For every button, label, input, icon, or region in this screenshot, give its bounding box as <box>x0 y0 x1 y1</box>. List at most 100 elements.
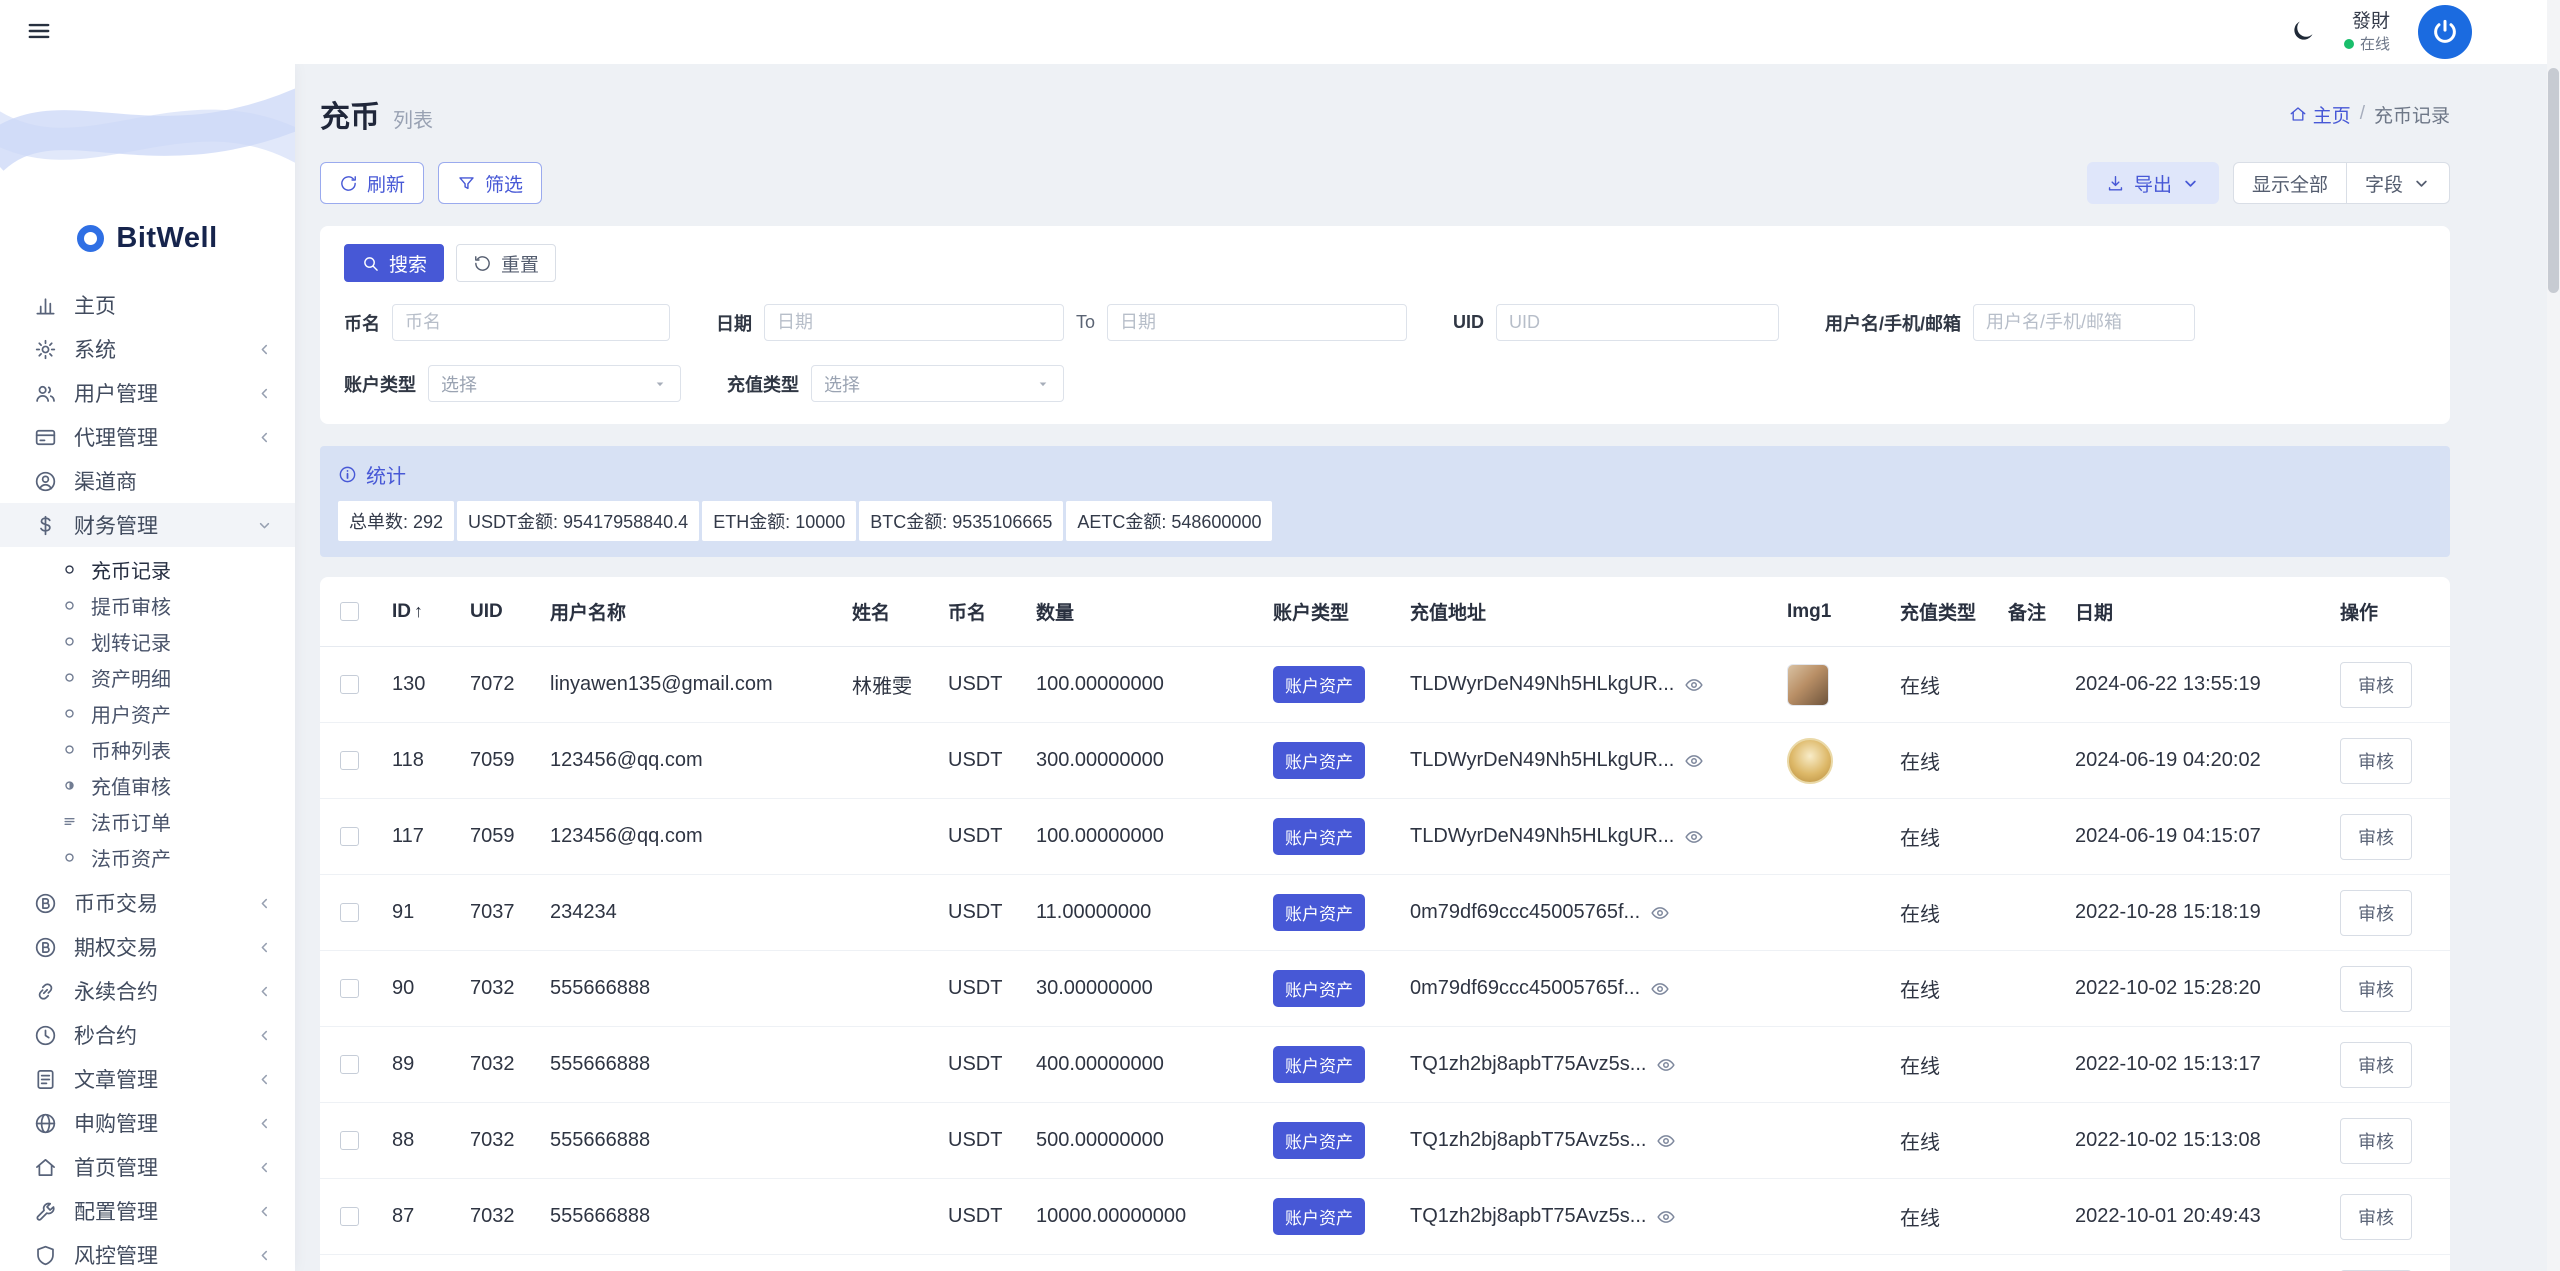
audit-button[interactable]: 审核 <box>2340 889 2412 936</box>
table-row: 118 7059 123456@qq.com USDT 300.00000000… <box>320 722 2450 799</box>
eye-icon[interactable] <box>1684 751 1704 771</box>
chevron-down-icon <box>256 517 273 534</box>
deposit-proof-image[interactable] <box>1787 663 1829 706</box>
date-to-input[interactable] <box>1107 304 1408 341</box>
select-all-checkbox[interactable] <box>340 601 359 621</box>
cell-uid: 7032 <box>462 1026 542 1103</box>
finance-submenu: 充币记录 提币审核 划转记录 资产明细 用户资产 币种列表 充值审核 法币订单 … <box>0 547 295 881</box>
audit-button[interactable]: 审核 <box>2340 737 2412 784</box>
eye-icon[interactable] <box>1656 1055 1676 1075</box>
cell-date: 2022-10-02 15:28:20 <box>2067 950 2332 1027</box>
document-icon <box>34 1068 57 1091</box>
sidebar-subitem-deposit-records[interactable]: 充币记录 <box>0 551 295 587</box>
page-scrollbar[interactable] <box>2547 0 2560 1271</box>
sidebar-item-perpetual-contract[interactable]: 永续合约 <box>0 969 295 1013</box>
sidebar-item-home[interactable]: 主页 <box>0 283 295 327</box>
search-icon <box>361 254 380 273</box>
row-checkbox[interactable] <box>340 903 359 923</box>
stat-aetc-amount: AETC金额: 548600000 <box>1066 501 1273 541</box>
cell-id: 118 <box>384 722 462 799</box>
cell-coin: USDT <box>940 1178 1028 1255</box>
sidebar-item-finance[interactable]: 财务管理 <box>0 503 295 547</box>
eye-icon[interactable] <box>1650 979 1670 999</box>
audit-button[interactable]: 审核 <box>2340 1117 2412 1164</box>
avatar[interactable] <box>2418 5 2472 59</box>
row-checkbox[interactable] <box>340 1207 359 1227</box>
uid-input[interactable] <box>1496 304 1780 341</box>
sidebar-subitem-withdrawal-review[interactable]: 提币审核 <box>0 587 295 623</box>
eye-icon[interactable] <box>1650 903 1670 923</box>
user-input[interactable] <box>1973 304 2196 341</box>
recharge-type-select[interactable]: 选择 <box>811 365 1064 402</box>
sidebar-subitem-fiat-orders[interactable]: 法币订单 <box>0 803 295 839</box>
sidebar-item-channel[interactable]: 渠道商 <box>0 459 295 503</box>
sidebar-subitem-user-assets[interactable]: 用户资产 <box>0 695 295 731</box>
cell-coin: USDT <box>940 1026 1028 1103</box>
fields-button[interactable]: 字段 <box>2346 162 2450 204</box>
scrollbar-thumb[interactable] <box>2548 68 2559 293</box>
sidebar-item-seconds-contract[interactable]: 秒合约 <box>0 1013 295 1057</box>
date-label: 日期 <box>716 313 752 334</box>
audit-button[interactable]: 审核 <box>2340 965 2412 1012</box>
audit-button[interactable]: 审核 <box>2340 1041 2412 1088</box>
coin-input[interactable] <box>392 304 670 341</box>
sidebar-item-options-trading[interactable]: 期权交易 <box>0 925 295 969</box>
date-to-separator: To <box>1076 312 1096 332</box>
cell-username: 555666888 <box>542 950 844 1027</box>
reset-button[interactable]: 重置 <box>456 244 557 282</box>
eye-icon[interactable] <box>1656 1131 1676 1151</box>
sort-ascending-icon: ↑ <box>414 600 423 621</box>
col-id[interactable]: ID ↑ <box>384 577 462 647</box>
eye-icon[interactable] <box>1656 1207 1676 1227</box>
sidebar-item-risk-control[interactable]: 风控管理 <box>0 1233 295 1271</box>
row-checkbox[interactable] <box>340 1131 359 1151</box>
search-button[interactable]: 搜索 <box>344 244 445 282</box>
sidebar-item-spot-trading[interactable]: 币币交易 <box>0 881 295 925</box>
row-checkbox[interactable] <box>340 827 359 847</box>
deposit-proof-image[interactable] <box>1787 737 1833 784</box>
table-row: 91 7037 234234 USDT 11.00000000 账户资产 0m7… <box>320 874 2450 951</box>
cell-remark <box>2000 950 2067 1027</box>
account-type-select[interactable]: 选择 <box>428 365 681 402</box>
row-checkbox[interactable] <box>340 1055 359 1075</box>
link-icon <box>34 980 57 1003</box>
sidebar-subitem-fiat-assets[interactable]: 法币资产 <box>0 839 295 875</box>
shield-icon <box>34 1244 57 1267</box>
sidebar-item-user-management[interactable]: 用户管理 <box>0 371 295 415</box>
filter-button[interactable]: 筛选 <box>438 162 543 204</box>
eye-icon[interactable] <box>1684 827 1704 847</box>
circle-icon <box>62 598 77 613</box>
cell-id: 69 <box>384 1254 462 1271</box>
sidebar-item-homepage[interactable]: 首页管理 <box>0 1145 295 1189</box>
show-all-button[interactable]: 显示全部 <box>2232 162 2347 204</box>
chevron-left-icon <box>256 939 273 956</box>
sidebar-subitem-asset-details[interactable]: 资产明细 <box>0 659 295 695</box>
sidebar-item-articles[interactable]: 文章管理 <box>0 1057 295 1101</box>
sidebar-toggle-button[interactable] <box>26 18 52 47</box>
sidebar-item-system[interactable]: 系统 <box>0 327 295 371</box>
sidebar-subitem-transfer-records[interactable]: 划转记录 <box>0 623 295 659</box>
eye-icon[interactable] <box>1684 675 1704 695</box>
brand[interactable]: BitWell <box>0 222 295 255</box>
row-checkbox[interactable] <box>340 979 359 999</box>
breadcrumb-home-link[interactable]: 主页 <box>2289 101 2351 128</box>
export-button[interactable]: 导出 <box>2086 162 2219 204</box>
date-from-input[interactable] <box>764 304 1064 341</box>
cell-remark <box>2000 874 2067 951</box>
cell-address: 0m79df69ccc45005765f... <box>1410 901 1641 923</box>
funnel-icon <box>457 174 476 193</box>
sidebar-subitem-coin-list[interactable]: 币种列表 <box>0 731 295 767</box>
dark-mode-toggle[interactable] <box>2290 18 2316 47</box>
sidebar-item-subscription[interactable]: 申购管理 <box>0 1101 295 1145</box>
sidebar-item-config[interactable]: 配置管理 <box>0 1189 295 1233</box>
cell-amount: 100.00000000 <box>1028 798 1265 875</box>
audit-button[interactable]: 审核 <box>2340 813 2412 860</box>
user-label: 用户名/手机/邮箱 <box>1825 313 1962 334</box>
audit-button[interactable]: 审核 <box>2340 1193 2412 1240</box>
audit-button[interactable]: 审核 <box>2340 661 2412 708</box>
row-checkbox[interactable] <box>340 751 359 771</box>
refresh-button[interactable]: 刷新 <box>320 162 425 204</box>
sidebar-subitem-recharge-review[interactable]: 充值审核 <box>0 767 295 803</box>
sidebar-item-agent-management[interactable]: 代理管理 <box>0 415 295 459</box>
row-checkbox[interactable] <box>340 675 359 695</box>
